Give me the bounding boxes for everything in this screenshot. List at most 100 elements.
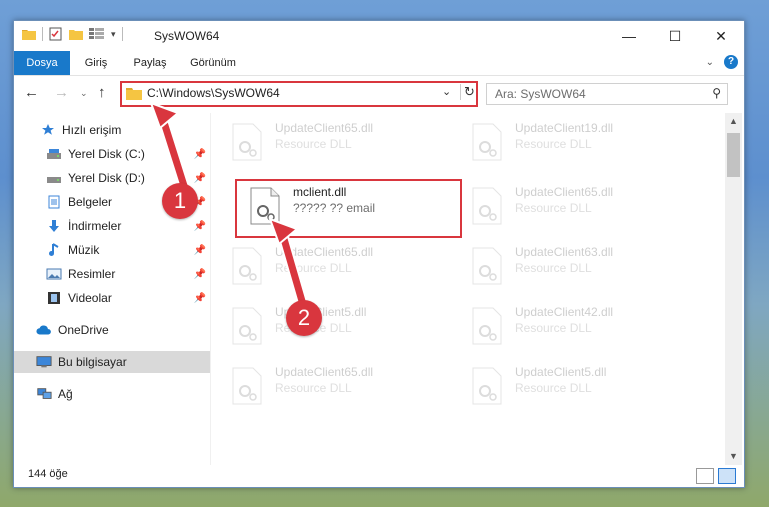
expand-ribbon-icon[interactable]: ⌄ [706,57,714,68]
up-arrow-icon[interactable]: ↑ [98,84,106,101]
sidebar-item-label: Belgeler [68,195,113,209]
close-button[interactable]: ✕ [698,21,744,51]
tab-home[interactable]: Giriş [76,51,116,75]
pictures-icon [46,266,62,282]
explorer-window: ▾ SysWOW64 — ☐ ✕ Dosya Giriş Paylaş Görü… [13,20,745,488]
sidebar-item-videos[interactable]: Videolar 📌 [14,287,210,309]
vertical-scrollbar[interactable]: ▲ ▼ [725,113,742,465]
documents-icon [46,194,62,210]
address-path[interactable]: C:\Windows\SysWOW64 [147,86,280,100]
sidebar-item-label: Yerel Disk (C:) [68,147,145,161]
scroll-thumb[interactable] [727,133,740,177]
help-icon[interactable]: ? [724,55,738,69]
file-item[interactable]: UpdateClient5.dll Resource DLL [463,359,687,413]
dll-file-icon [472,307,502,345]
sidebar-item-drive-c[interactable]: Yerel Disk (C:) 📌 [14,143,210,165]
dll-file-icon [472,247,502,285]
title-bar: ▾ SysWOW64 — ☐ ✕ [14,21,744,51]
pin-icon[interactable]: 📌 [194,221,206,232]
download-icon [46,218,62,234]
file-item[interactable]: UpdateClient63.dll Resource DLL [463,239,687,293]
sidebar-item-label: Bu bilgisayar [58,355,127,369]
pin-icon[interactable]: 📌 [194,245,206,256]
dll-file-icon [472,367,502,405]
window-controls: — ☐ ✕ [606,21,744,51]
sidebar-item-label: İndirmeler [68,219,122,233]
view-options-icon[interactable] [89,28,105,40]
search-box[interactable]: Ara: SysWOW64 ⚲ [486,83,728,105]
file-item[interactable]: UpdateClient65.dll Resource DLL [223,115,447,169]
file-name: UpdateClient65.dll [515,185,614,199]
file-type: Resource DLL [275,381,352,395]
recent-locations-icon[interactable]: ⌄ [80,88,88,99]
status-bar: 144 öğe [14,465,744,487]
scroll-up-icon[interactable]: ▲ [725,113,742,130]
ribbon-right: ⌄ ? [706,55,738,69]
file-name: UpdateClient65.dll [275,245,374,259]
navigation-bar: ← → ⌄ ↑ C:\Windows\SysWOW64 ⌄ ↻ Ara: Sys… [14,76,744,112]
file-name: UpdateClient65.dll [275,365,374,379]
sidebar-item-label: Resimler [68,267,116,281]
tab-file[interactable]: Dosya [14,51,70,75]
refresh-icon[interactable]: ↻ [460,84,475,100]
file-type: Resource DLL [515,137,592,151]
pin-icon[interactable]: 📌 [194,173,206,184]
search-icon[interactable]: ⚲ [712,86,721,100]
item-count: 144 öğe [28,468,68,480]
properties-icon[interactable] [49,27,63,41]
network-icon [36,386,52,402]
details-view-icon[interactable] [696,468,714,484]
new-folder-icon[interactable] [69,28,83,40]
dll-file-icon [472,187,502,225]
file-item[interactable]: UpdateClient5.dll Resource DLL [223,299,447,353]
file-type: Resource DLL [275,261,352,275]
file-item[interactable]: UpdateClient42.dll Resource DLL [463,299,687,353]
file-item[interactable]: UpdateClient65.dll Resource DLL [223,359,447,413]
file-name: UpdateClient63.dll [515,245,614,259]
sidebar-item-quick-access[interactable]: Hızlı erişim [14,119,210,141]
tab-share[interactable]: Paylaş [126,51,174,75]
file-type: Resource DLL [275,137,352,151]
selected-file-highlight [235,179,462,238]
tab-view[interactable]: Görünüm [182,51,244,75]
address-bar[interactable]: C:\Windows\SysWOW64 ⌄ ↻ [120,81,478,107]
quick-access-toolbar: ▾ [22,27,123,41]
address-dropdown-icon[interactable]: ⌄ [442,85,451,98]
file-item[interactable]: UpdateClient19.dll Resource DLL [463,115,687,169]
minimize-button[interactable]: — [606,21,652,51]
ribbon-tabs: Dosya Giriş Paylaş Görünüm ⌄ ? [14,51,744,76]
scroll-down-icon[interactable]: ▼ [725,448,742,465]
navigation-pane: Hızlı erişim Yerel Disk (C:) 📌 Yerel Dis… [14,113,211,465]
search-placeholder[interactable]: Ara: SysWOW64 [495,87,586,101]
star-icon [40,122,56,138]
file-name: UpdateClient42.dll [515,305,614,319]
file-item[interactable]: UpdateClient65.dll Resource DLL [223,239,447,293]
file-type: Resource DLL [515,261,592,275]
file-name: UpdateClient19.dll [515,121,614,135]
pin-icon[interactable]: 📌 [194,269,206,280]
file-item[interactable]: UpdateClient65.dll Resource DLL [463,179,687,233]
forward-arrow-icon[interactable]: → [54,84,69,101]
file-type: Resource DLL [515,381,592,395]
sidebar-item-label: Yerel Disk (D:) [68,171,145,185]
tiles-view-icon[interactable] [718,468,736,484]
file-name: UpdateClient5.dll [515,365,607,379]
pin-icon[interactable]: 📌 [194,149,206,160]
file-list: UpdateClient65.dll Resource DLL UpdateCl… [211,113,725,465]
back-arrow-icon[interactable]: ← [24,84,39,101]
folder-icon [126,88,142,100]
sidebar-item-label: Videolar [68,291,112,305]
dll-file-icon [472,123,502,161]
pin-icon[interactable]: 📌 [194,293,206,304]
sidebar-item-network[interactable]: Ağ [14,383,210,405]
toolbar-separator [42,27,43,41]
customize-toolbar-icon[interactable]: ▾ [111,29,116,40]
sidebar-item-music[interactable]: Müzik 📌 [14,239,210,261]
sidebar-item-label: OneDrive [58,323,109,337]
maximize-button[interactable]: ☐ [652,21,698,51]
music-icon [46,242,62,258]
folder-icon[interactable] [22,28,36,40]
sidebar-item-onedrive[interactable]: OneDrive [14,319,210,341]
sidebar-item-this-pc[interactable]: Bu bilgisayar [14,351,210,373]
sidebar-item-pictures[interactable]: Resimler 📌 [14,263,210,285]
